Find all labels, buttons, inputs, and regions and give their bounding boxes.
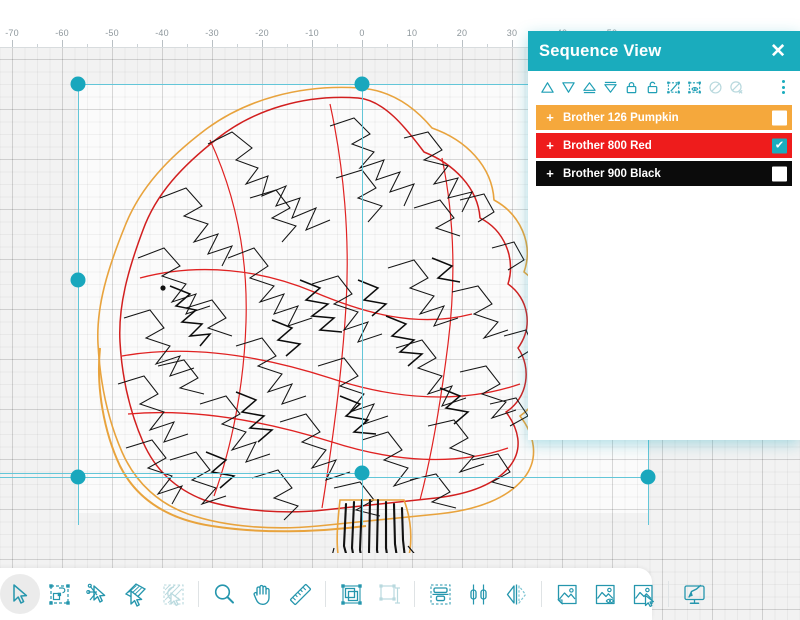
distribute-tool[interactable]: [459, 573, 497, 615]
clear-disable-icon: [726, 75, 747, 99]
bottom-toolbar[interactable]: [0, 568, 705, 620]
select-object-tool[interactable]: [40, 573, 78, 615]
thread-color-checkbox[interactable]: [772, 110, 787, 125]
ruler-tick: [212, 40, 213, 47]
embroidery-editor-window: -100-90-80-70-60-50-40-30-20-10010203040…: [0, 0, 800, 620]
move-down-icon[interactable]: [600, 75, 621, 99]
select-pointer-tool[interactable]: [0, 574, 40, 614]
ruler-label: 0: [359, 28, 365, 38]
ruler-tick: [512, 40, 513, 47]
ruler-label: 10: [406, 28, 418, 38]
panel-title: Sequence View: [539, 41, 662, 60]
move-up-icon[interactable]: [579, 75, 600, 99]
ruler-label: -40: [155, 28, 169, 38]
toolbar-divider-2: [325, 581, 326, 607]
ruler-tick: [312, 40, 313, 47]
handle-top-center[interactable]: [354, 76, 370, 92]
thread-color-list[interactable]: + Brother 126 Pumpkin + Brother 800 Red + Bro…: [528, 103, 800, 186]
polygon-select-tool[interactable]: [154, 573, 192, 615]
more-options-icon[interactable]: [775, 75, 791, 99]
pan-tool[interactable]: [243, 573, 281, 615]
ruler-tick: [362, 40, 363, 47]
ruler-label: -10: [305, 28, 319, 38]
ruler-tick: [112, 40, 113, 47]
sequence-view-panel[interactable]: Sequence View ✕ + Brother 126 Pumpkin + …: [528, 31, 800, 440]
select-point-tool[interactable]: [78, 573, 116, 615]
close-icon[interactable]: ✕: [768, 42, 788, 61]
handle-bottom-left[interactable]: [70, 469, 86, 485]
ruler-label: -20: [255, 28, 269, 38]
ruler-tick: [262, 40, 263, 47]
move-to-top-icon[interactable]: [537, 75, 558, 99]
thread-color-label: Brother 900 Black: [563, 167, 661, 180]
ruler-label: -70: [5, 28, 19, 38]
ruler-tick: [462, 40, 463, 47]
ruler-label: -50: [105, 28, 119, 38]
expand-icon[interactable]: +: [543, 166, 557, 181]
thread-color-row[interactable]: + Brother 126 Pumpkin: [536, 105, 792, 130]
expand-icon[interactable]: +: [543, 110, 557, 125]
ruler-label: 30: [506, 28, 518, 38]
thread-color-label: Brother 126 Pumpkin: [563, 111, 679, 124]
artwork-canvas-tool[interactable]: [675, 573, 713, 615]
ruler-tick: [62, 40, 63, 47]
handle-bottom-right[interactable]: [640, 469, 656, 485]
sequence-view-header: Sequence View ✕: [528, 31, 800, 71]
lasso-select-tool[interactable]: [116, 573, 154, 615]
ruler-label: -60: [55, 28, 69, 38]
show-object-icon[interactable]: [684, 75, 705, 99]
mirror-tool[interactable]: [497, 573, 535, 615]
lock-icon[interactable]: [621, 75, 642, 99]
zoom-tool[interactable]: [205, 573, 243, 615]
toolbar-divider-4: [541, 581, 542, 607]
top-strip: [0, 0, 800, 27]
handle-top-left[interactable]: [70, 76, 86, 92]
selection-line-bottom: [0, 477, 648, 478]
toolbar-divider-3: [414, 581, 415, 607]
move-to-bottom-icon[interactable]: [558, 75, 579, 99]
ruler-tick: [412, 40, 413, 47]
disable-icon: [705, 75, 726, 99]
selection-line-center: [362, 78, 363, 525]
ruler-label: 20: [456, 28, 468, 38]
thread-color-checkbox[interactable]: [772, 138, 787, 153]
measure-tool[interactable]: [281, 573, 319, 615]
handle-bottom-center[interactable]: [354, 465, 370, 481]
toolbar-divider-5: [668, 581, 669, 607]
thread-color-label: Brother 800 Red: [563, 139, 652, 152]
ruler-label: -30: [205, 28, 219, 38]
insert-image-tool[interactable]: [548, 573, 586, 615]
ruler-tick: [162, 40, 163, 47]
thread-color-row[interactable]: + Brother 800 Red: [536, 133, 792, 158]
duplicate-tool[interactable]: [332, 573, 370, 615]
resize-tool[interactable]: [370, 573, 408, 615]
toolbar-divider-1: [198, 581, 199, 607]
align-center-tool[interactable]: [421, 573, 459, 615]
expand-icon[interactable]: +: [543, 138, 557, 153]
handle-middle-left[interactable]: [70, 272, 86, 288]
image-select-tool[interactable]: [624, 573, 662, 615]
image-visibility-tool[interactable]: [586, 573, 624, 615]
ruler-tick: [12, 40, 13, 47]
sequence-view-toolbar[interactable]: [528, 71, 800, 103]
selection-line-left: [78, 84, 79, 525]
unlock-icon[interactable]: [642, 75, 663, 99]
thread-color-checkbox[interactable]: [772, 166, 787, 181]
selection-line-top: [78, 84, 562, 85]
selection-line-mid: [0, 473, 362, 474]
hide-object-icon[interactable]: [663, 75, 684, 99]
thread-color-row[interactable]: + Brother 900 Black: [536, 161, 792, 186]
